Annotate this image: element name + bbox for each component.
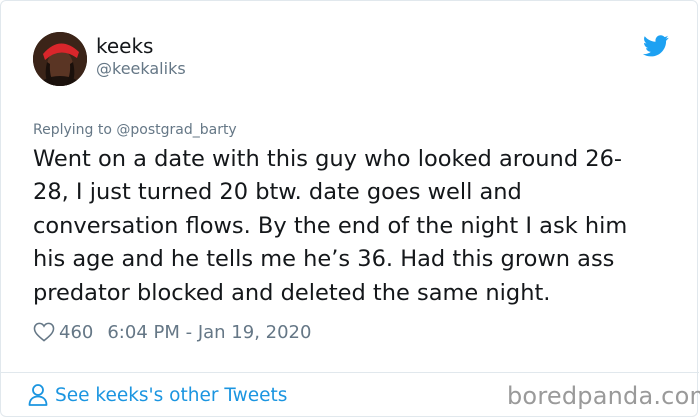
author-display-name[interactable]: keeks <box>96 34 153 58</box>
see-other-tweets-label: See keeks's other Tweets <box>55 384 288 406</box>
tweet-card: keeks @keekaliks Replying to @postgrad_b… <box>0 0 700 417</box>
see-other-tweets-link[interactable]: See keeks's other Tweets <box>27 381 287 409</box>
divider <box>1 372 699 373</box>
person-icon <box>28 384 48 406</box>
heart-icon[interactable] <box>33 322 55 342</box>
tweet-text: Went on a date with this guy who looked … <box>33 146 628 306</box>
avatar[interactable] <box>33 32 87 86</box>
replying-to[interactable]: Replying to @postgrad_barty <box>33 121 237 139</box>
twitter-bird-icon[interactable] <box>643 35 669 57</box>
watermark: boredpanda.com <box>507 382 700 410</box>
tweet-timestamp[interactable]: 6:04 PM - Jan 19, 2020 <box>107 322 311 343</box>
avatar-image <box>33 32 87 86</box>
like-count[interactable]: 460 <box>59 322 93 343</box>
author-handle[interactable]: @keekaliks <box>96 59 186 79</box>
tweet-meta: 460 6:04 PM - Jan 19, 2020 <box>33 319 311 345</box>
